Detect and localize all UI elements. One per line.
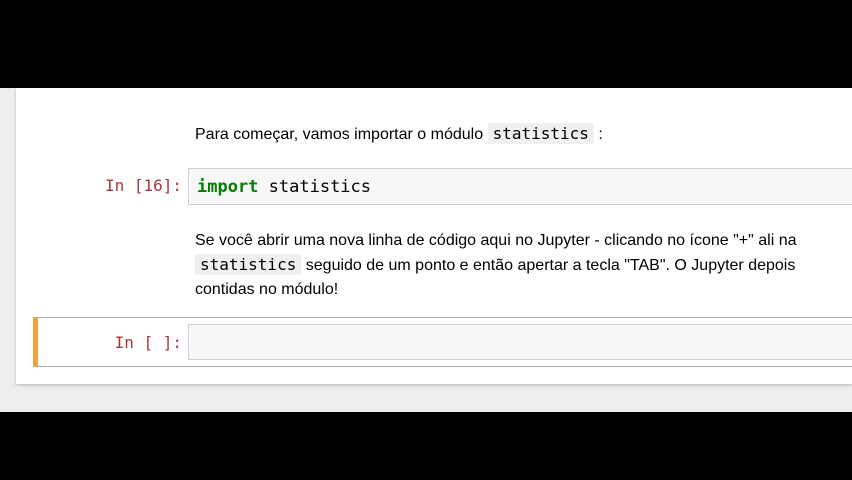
markdown-text: Para começar, vamos importar o módulo bbox=[195, 126, 488, 143]
letterbox-bottom bbox=[0, 412, 852, 480]
markdown-text: seguido de um ponto e então apertar a te… bbox=[301, 257, 796, 274]
input-prompt: In [ ]: bbox=[114, 333, 182, 352]
markdown-line: Se você abrir uma nova linha de código a… bbox=[195, 232, 797, 249]
inline-code: statistics bbox=[487, 123, 594, 144]
keyword-import: import bbox=[197, 177, 259, 197]
markdown-line: contidas no módulo! bbox=[195, 281, 339, 298]
input-prompt: In [16]: bbox=[104, 176, 182, 195]
code-text: statistics bbox=[258, 177, 372, 197]
code-cell-input[interactable]: import statistics bbox=[188, 168, 852, 205]
inline-code: statistics bbox=[195, 254, 302, 275]
markdown-text: : bbox=[598, 126, 603, 143]
empty-code-input[interactable] bbox=[188, 324, 852, 360]
markdown-cell-description[interactable]: Se você abrir uma nova linha de código a… bbox=[195, 229, 797, 302]
letterbox-top bbox=[0, 0, 852, 88]
markdown-cell-intro[interactable]: Para começar, vamos importar o módulo st… bbox=[195, 122, 603, 147]
markdown-line: statistics seguido de um ponto e então a… bbox=[195, 253, 797, 278]
